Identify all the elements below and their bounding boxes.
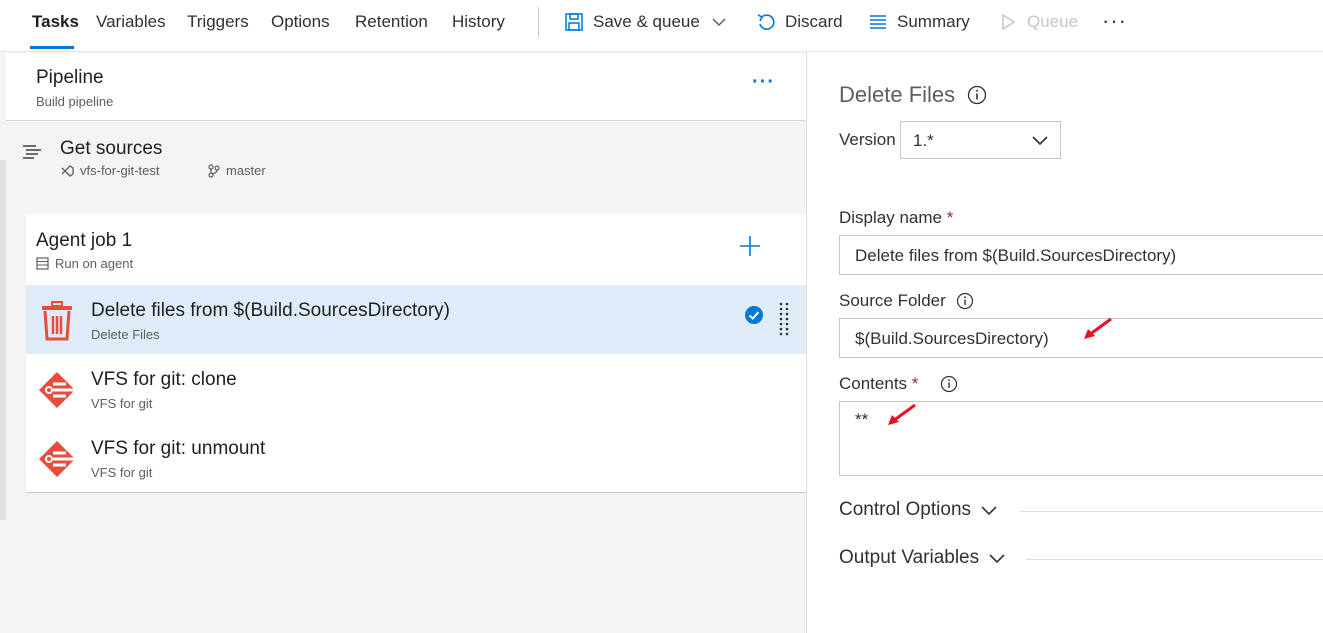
- source-folder-label-text: Source Folder: [839, 291, 946, 310]
- discard-button[interactable]: Discard: [756, 12, 843, 32]
- pipeline-card[interactable]: Pipeline Build pipeline ···: [6, 53, 806, 121]
- branch-name: master: [226, 163, 266, 178]
- task-subtitle: Delete Files: [91, 327, 160, 342]
- task-title: Delete files from $(Build.SourcesDirecto…: [91, 300, 451, 321]
- toolbar-divider: [538, 7, 539, 37]
- display-name-value: Delete files from $(Build.SourcesDirecto…: [855, 246, 1177, 265]
- agent-job-subtitle: Run on agent: [36, 256, 133, 271]
- toolbar: Tasks Variables Triggers Options Retenti…: [0, 0, 1323, 52]
- contents-label-text: Contents: [839, 374, 908, 393]
- version-label: Version: [839, 130, 896, 149]
- source-folder-label: Source Folder: [839, 291, 974, 311]
- pipeline-subtitle: Build pipeline: [36, 94, 114, 109]
- output-variables-section[interactable]: Output Variables: [839, 547, 1005, 569]
- display-name-label: Display name *: [839, 208, 953, 228]
- control-options-section[interactable]: Control Options: [839, 499, 997, 521]
- task-details-title: Delete Files: [839, 82, 987, 108]
- panel-divider[interactable]: [806, 52, 807, 633]
- agent-job-card: Agent job 1 Run on agent Delete files fr…: [26, 214, 806, 493]
- trash-icon: [42, 301, 72, 341]
- tab-retention[interactable]: Retention: [355, 12, 428, 32]
- checkmark-circle-icon: [745, 306, 763, 324]
- git-icon: [39, 372, 75, 408]
- save-and-queue-label: Save & queue: [593, 12, 700, 31]
- section-divider: [1026, 559, 1323, 560]
- contents-label: Contents *: [839, 374, 958, 394]
- annotation-arrow: [1084, 317, 1112, 339]
- tab-tasks[interactable]: Tasks: [32, 12, 79, 32]
- tab-options[interactable]: Options: [271, 12, 330, 32]
- version-value: 1.*: [913, 131, 934, 150]
- task-row-delete-files[interactable]: Delete files from $(Build.SourcesDirecto…: [26, 285, 806, 354]
- queue-label: Queue: [1027, 12, 1079, 31]
- contents-value: **: [855, 410, 869, 429]
- required-marker: *: [911, 374, 919, 393]
- pipeline-title: Pipeline: [36, 67, 104, 88]
- save-icon: [565, 13, 583, 31]
- tab-variables[interactable]: Variables: [96, 12, 166, 32]
- task-row-vfs-unmount[interactable]: VFS for git: unmount VFS for git: [26, 423, 806, 492]
- task-subtitle: VFS for git: [91, 465, 153, 480]
- control-options-label: Control Options: [839, 499, 972, 520]
- get-sources-icon: [23, 145, 41, 159]
- add-task-icon[interactable]: [738, 234, 762, 258]
- info-icon[interactable]: [956, 292, 974, 310]
- task-details-title-text: Delete Files: [839, 82, 956, 107]
- agent-job-title[interactable]: Agent job 1: [36, 230, 132, 252]
- get-sources-title[interactable]: Get sources: [60, 138, 162, 160]
- summary-button[interactable]: Summary: [868, 12, 970, 32]
- discard-label: Discard: [785, 12, 843, 31]
- task-row-vfs-clone[interactable]: VFS for git: clone VFS for git: [26, 354, 806, 423]
- sources-repo: vfs-for-git-test: [60, 163, 159, 178]
- branch-icon: [208, 163, 220, 178]
- required-marker: *: [946, 208, 954, 227]
- sources-branch: master: [208, 163, 266, 178]
- list-icon: [870, 15, 886, 29]
- queue-button[interactable]: Queue: [998, 12, 1078, 32]
- tab-history[interactable]: History: [452, 12, 505, 32]
- server-icon: [36, 257, 49, 270]
- chevron-down-icon: [712, 18, 726, 27]
- save-and-queue-button[interactable]: Save & queue: [564, 12, 727, 32]
- task-title: VFS for git: clone: [91, 369, 237, 390]
- active-tab-indicator: [30, 46, 74, 49]
- repo-icon: [61, 164, 74, 177]
- display-name-label-text: Display name: [839, 208, 942, 227]
- panel-edge: [0, 160, 6, 520]
- task-subtitle: VFS for git: [91, 396, 153, 411]
- more-actions-button[interactable]: ···: [1102, 8, 1127, 34]
- git-icon: [39, 441, 75, 477]
- source-folder-value: $(Build.SourcesDirectory): [855, 329, 1049, 348]
- info-icon[interactable]: [967, 85, 987, 105]
- display-name-field[interactable]: Delete files from $(Build.SourcesDirecto…: [839, 235, 1323, 275]
- section-divider: [1020, 511, 1323, 512]
- chevron-down-icon: [989, 554, 1005, 564]
- output-variables-label: Output Variables: [839, 547, 980, 568]
- chevron-down-icon: [981, 506, 997, 516]
- tab-triggers[interactable]: Triggers: [187, 12, 249, 32]
- info-icon[interactable]: [940, 375, 958, 393]
- agent-job-subtitle-text: Run on agent: [55, 256, 134, 271]
- undo-icon: [757, 14, 775, 30]
- task-title: VFS for git: unmount: [91, 438, 266, 459]
- repo-name: vfs-for-git-test: [80, 163, 160, 178]
- version-dropdown[interactable]: 1.*: [900, 121, 1061, 159]
- chevron-down-icon: [1032, 136, 1048, 146]
- drag-handle-icon[interactable]: [777, 301, 791, 339]
- summary-label: Summary: [897, 12, 970, 31]
- pipeline-more-button[interactable]: ···: [752, 71, 775, 94]
- play-icon: [1002, 13, 1016, 31]
- annotation-arrow: [888, 403, 916, 425]
